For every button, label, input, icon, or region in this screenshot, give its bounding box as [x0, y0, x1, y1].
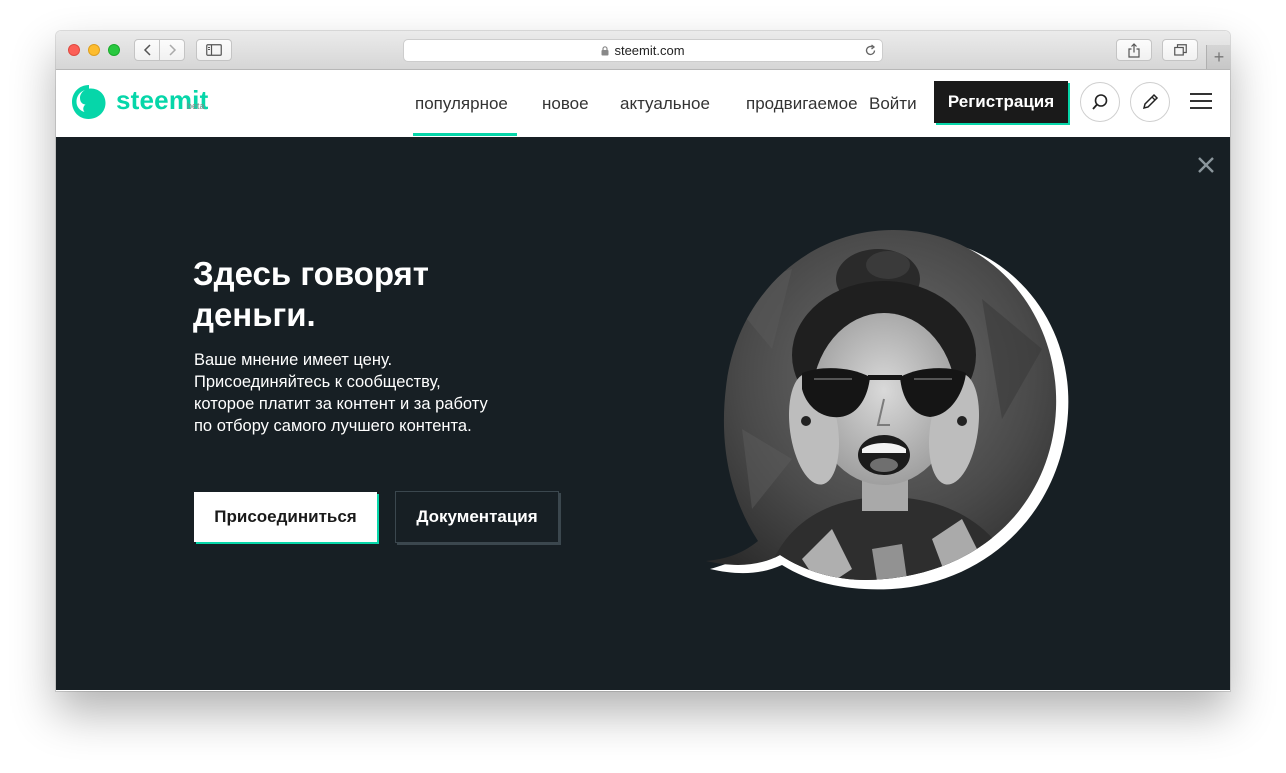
login-link[interactable]: Войти [869, 94, 917, 114]
browser-toolbar: steemit.com + [56, 31, 1230, 70]
nav-popular[interactable]: популярное [415, 94, 508, 114]
documentation-button[interactable]: Документация [395, 491, 559, 543]
back-button[interactable] [135, 40, 159, 60]
share-icon [1128, 42, 1140, 58]
reload-icon[interactable] [864, 44, 877, 60]
zoom-window-button[interactable] [108, 44, 120, 56]
sidebar-toggle-button[interactable] [196, 39, 232, 61]
forward-button[interactable] [159, 40, 184, 60]
address-bar[interactable]: steemit.com [403, 39, 883, 62]
hero-heading: Здесь говорят деньги. [193, 255, 429, 333]
hero-description: Ваше мнение имеет цену. Присоединяйтесь … [194, 351, 488, 435]
close-banner-icon[interactable] [1195, 154, 1217, 176]
chevron-right-icon [168, 44, 176, 56]
url-text: steemit.com [614, 43, 685, 58]
active-nav-indicator [413, 133, 517, 136]
join-button[interactable]: Присоединиться [194, 492, 377, 542]
site-header: steemit beta популярное новое актуальное… [56, 70, 1230, 137]
share-button[interactable] [1116, 39, 1152, 61]
chevron-left-icon [143, 44, 151, 56]
steemit-logo-icon [72, 85, 106, 119]
tabs-icon [1173, 44, 1187, 56]
search-icon [1092, 94, 1108, 110]
pencil-icon [1142, 93, 1159, 110]
compose-button[interactable] [1130, 82, 1170, 122]
hero-illustration [706, 230, 1069, 590]
new-tab-button[interactable]: + [1206, 45, 1230, 69]
nav-promoted[interactable]: продвигаемое [746, 94, 858, 114]
search-button[interactable] [1080, 82, 1120, 122]
history-nav [134, 39, 185, 61]
signup-button[interactable]: Регистрация [934, 81, 1068, 123]
lock-icon [601, 45, 609, 56]
tabs-overview-button[interactable] [1162, 39, 1198, 61]
beta-badge: beta [187, 101, 205, 111]
menu-icon[interactable] [1190, 93, 1212, 111]
nav-trending[interactable]: актуальное [620, 94, 710, 114]
sidebar-icon [206, 44, 222, 56]
close-window-button[interactable] [68, 44, 80, 56]
browser-window: steemit.com + steemit beta популярное но… [56, 31, 1230, 691]
minimize-window-button[interactable] [88, 44, 100, 56]
welcome-banner: Здесь говорят деньги. Ваше мнение имеет … [56, 137, 1230, 690]
nav-new[interactable]: новое [542, 94, 589, 114]
